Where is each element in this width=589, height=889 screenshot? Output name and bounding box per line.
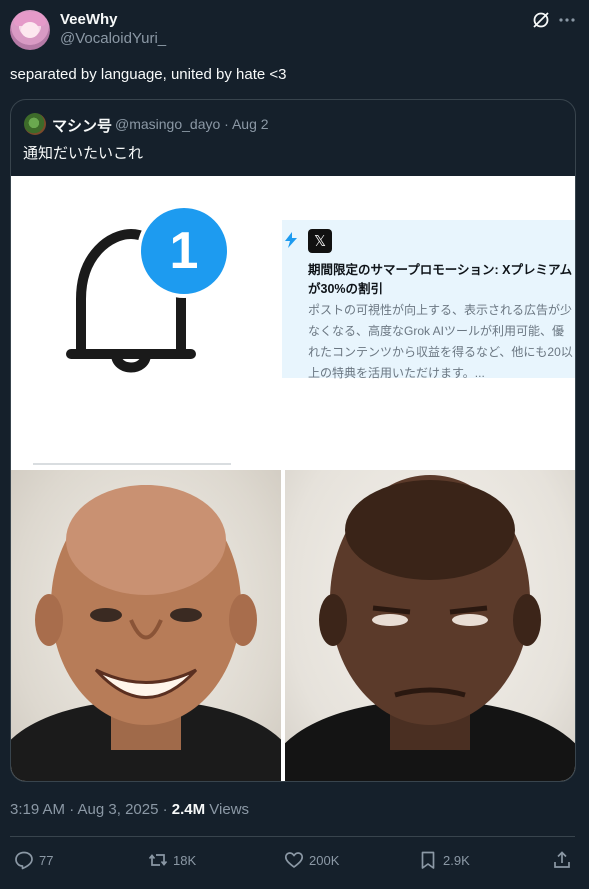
promo-title: 期間限定のサマープロモーション: Xプレミアムが30%の割引 (308, 263, 573, 296)
x-logo-icon: 𝕏 (308, 229, 332, 253)
author-handle[interactable]: @VocaloidYuri_ (60, 30, 166, 47)
repost-icon (148, 854, 168, 866)
views-label: Views (205, 801, 250, 818)
lightning-icon (285, 232, 297, 248)
reply-button[interactable]: 77 (14, 849, 53, 871)
notification-count: 1 (169, 222, 199, 280)
bookmark-count: 2.9K (443, 852, 470, 868)
quote-author-name[interactable]: マシン号 (52, 115, 112, 136)
bookmark-icon (421, 851, 435, 869)
share-button[interactable] (552, 849, 572, 871)
timestamp[interactable]: 3:19 AM · Aug 3, 2025 · (10, 801, 172, 818)
repost-button[interactable]: 18K (148, 849, 196, 871)
views-count: 2.4M (171, 801, 206, 818)
quote-author-avatar[interactable] (24, 113, 46, 135)
notification-badge: 1 (137, 204, 231, 298)
grok-icon[interactable] (531, 10, 551, 30)
more-icon[interactable] (558, 11, 576, 29)
author-name[interactable]: VeeWhy (60, 11, 118, 28)
like-count: 200K (309, 852, 340, 868)
like-button[interactable]: 200K (284, 849, 339, 871)
quote-author-handle[interactable]: @masingo_dayo · Aug 2 (115, 116, 269, 132)
photo-stern-man (285, 470, 575, 781)
repost-count: 18K (173, 852, 197, 868)
divider (10, 836, 575, 837)
share-icon (554, 851, 570, 868)
author-avatar[interactable] (10, 10, 50, 50)
quote-media[interactable]: 1 𝕏 期間限定のサマープロモーション: Xプレミアムが30%の割引 ポストの可… (11, 176, 575, 781)
photo-smiling-man (11, 470, 281, 781)
tweet-text: separated by language, united by hate <3 (10, 66, 287, 83)
reply-icon (15, 851, 33, 870)
divider (33, 463, 231, 465)
quote-text: 通知だいたいこれ (23, 145, 144, 162)
bookmark-button[interactable]: 2.9K (418, 849, 470, 871)
quoted-tweet[interactable]: マシン号 @masingo_dayo · Aug 2 通知だいたいこれ 1 𝕏 … (10, 99, 576, 782)
premium-promo-card: 𝕏 期間限定のサマープロモーション: Xプレミアムが30%の割引 ポストの可視性… (282, 220, 575, 380)
reply-count: 77 (39, 852, 54, 868)
like-icon (284, 852, 304, 868)
promo-body: ポストの可視性が向上する、表示される広告が少なくなる、高度なGrok AIツール… (308, 303, 573, 380)
tweet-meta: 3:19 AM · Aug 3, 2025 · 2.4M Views (10, 801, 249, 818)
